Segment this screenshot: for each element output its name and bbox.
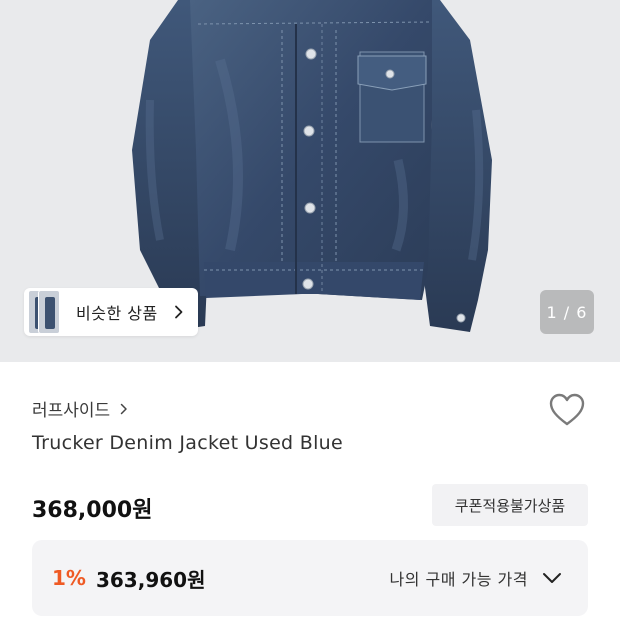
coupon-unavailable-badge: 쿠폰적용불가상품 bbox=[432, 484, 588, 526]
brand-name: 러프사이드 bbox=[32, 401, 111, 421]
chevron-right-icon bbox=[120, 403, 127, 414]
heart-icon[interactable] bbox=[548, 392, 586, 428]
product-price: 368,000원 bbox=[32, 498, 153, 523]
product-title: Trucker Denim Jacket Used Blue bbox=[32, 432, 344, 454]
similar-products-label: 비슷한 상품 bbox=[76, 304, 158, 323]
final-price: 363,960원 bbox=[95, 567, 206, 592]
similar-thumbnail bbox=[38, 290, 60, 334]
brand-link[interactable]: 러프사이드 bbox=[32, 396, 130, 421]
similar-products-button[interactable]: 비슷한 상품 bbox=[24, 288, 198, 336]
chevron-right-icon bbox=[174, 305, 183, 319]
my-price-label: 나의 구매 가능 가격 bbox=[389, 570, 528, 589]
my-purchase-price-toggle[interactable]: 1% 363,960원 나의 구매 가능 가격 bbox=[32, 540, 588, 616]
chevron-down-icon bbox=[543, 573, 561, 583]
image-pager-indicator: 1 / 6 bbox=[540, 290, 594, 334]
similar-products-thumbnails bbox=[24, 288, 60, 336]
discount-rate: 1% bbox=[52, 566, 86, 590]
product-image-gallery[interactable]: 비슷한 상품 1 / 6 bbox=[0, 0, 620, 362]
